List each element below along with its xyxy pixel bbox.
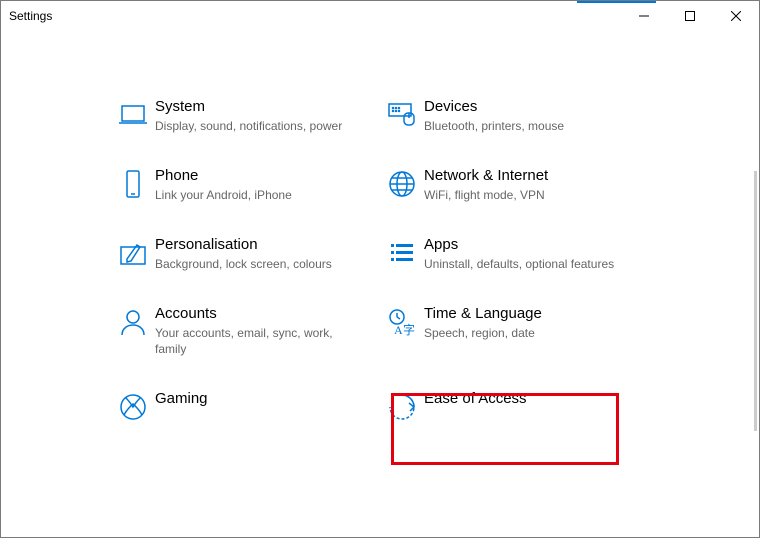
category-title: Network & Internet bbox=[424, 166, 619, 186]
ease-of-access-icon bbox=[380, 389, 424, 423]
category-accounts[interactable]: Accounts Your accounts, email, sync, wor… bbox=[111, 288, 380, 373]
window-controls bbox=[621, 1, 759, 31]
accent-strip bbox=[577, 1, 656, 3]
titlebar: Settings bbox=[1, 1, 759, 31]
globe-icon bbox=[380, 166, 424, 203]
category-desc: Speech, region, date bbox=[424, 325, 619, 341]
category-title: Phone bbox=[155, 166, 350, 186]
category-system[interactable]: System Display, sound, notifications, po… bbox=[111, 81, 380, 150]
category-title: Accounts bbox=[155, 304, 350, 324]
category-desc: Background, lock screen, colours bbox=[155, 256, 350, 272]
category-personalisation[interactable]: Personalisation Background, lock screen,… bbox=[111, 219, 380, 288]
category-title: Personalisation bbox=[155, 235, 350, 255]
svg-text:A: A bbox=[394, 323, 403, 337]
xbox-icon bbox=[111, 389, 155, 423]
category-desc: Link your Android, iPhone bbox=[155, 187, 350, 203]
category-network[interactable]: Network & Internet WiFi, flight mode, VP… bbox=[380, 150, 649, 219]
category-title: Apps bbox=[424, 235, 619, 255]
scrollbar[interactable] bbox=[754, 171, 757, 431]
category-apps[interactable]: Apps Uninstall, defaults, optional featu… bbox=[380, 219, 649, 288]
category-desc: Your accounts, email, sync, work, family bbox=[155, 325, 350, 357]
svg-text:字: 字 bbox=[403, 322, 415, 337]
close-button[interactable] bbox=[713, 1, 759, 31]
minimize-button[interactable] bbox=[621, 1, 667, 31]
category-time-language[interactable]: A字 Time & Language Speech, region, date bbox=[380, 288, 649, 373]
apps-icon bbox=[380, 235, 424, 272]
category-title: System bbox=[155, 97, 350, 117]
category-title: Gaming bbox=[155, 389, 350, 409]
settings-grid: System Display, sound, notifications, po… bbox=[111, 81, 649, 439]
time-language-icon: A字 bbox=[380, 304, 424, 357]
category-title: Ease of Access bbox=[424, 389, 619, 409]
devices-icon bbox=[380, 97, 424, 134]
category-desc: Display, sound, notifications, power bbox=[155, 118, 350, 134]
category-title: Time & Language bbox=[424, 304, 619, 324]
person-icon bbox=[111, 304, 155, 357]
category-title: Devices bbox=[424, 97, 619, 117]
phone-icon bbox=[111, 166, 155, 203]
window-title: Settings bbox=[9, 9, 52, 23]
category-desc: Uninstall, defaults, optional features bbox=[424, 256, 619, 272]
category-ease-of-access[interactable]: Ease of Access bbox=[380, 373, 649, 439]
category-devices[interactable]: Devices Bluetooth, printers, mouse bbox=[380, 81, 649, 150]
maximize-button[interactable] bbox=[667, 1, 713, 31]
category-desc: WiFi, flight mode, VPN bbox=[424, 187, 619, 203]
laptop-icon bbox=[111, 97, 155, 134]
settings-content: System Display, sound, notifications, po… bbox=[1, 31, 759, 539]
category-desc: Bluetooth, printers, mouse bbox=[424, 118, 619, 134]
category-gaming[interactable]: Gaming bbox=[111, 373, 380, 439]
brush-icon bbox=[111, 235, 155, 272]
category-phone[interactable]: Phone Link your Android, iPhone bbox=[111, 150, 380, 219]
